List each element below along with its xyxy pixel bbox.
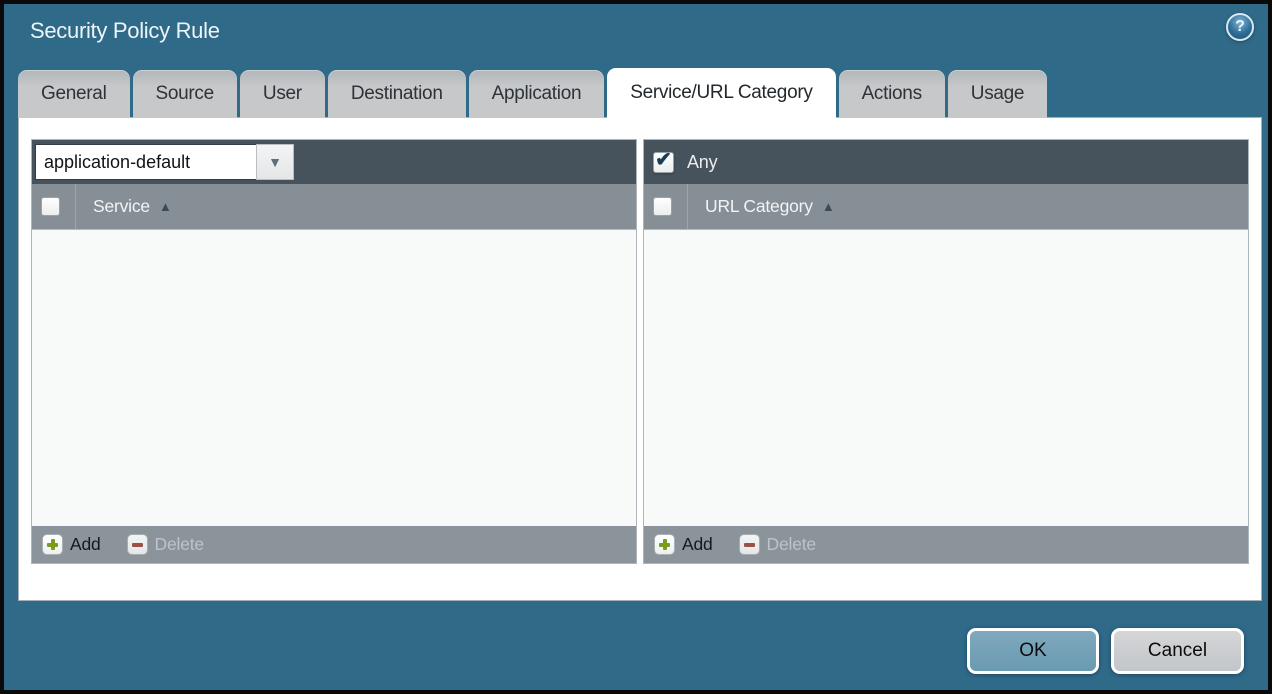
tab-service-url-category[interactable]: Service/URL Category (607, 68, 835, 118)
security-policy-rule-dialog: Security Policy Rule ? General Source Us… (0, 0, 1272, 694)
add-url-category-label: Add (682, 534, 713, 555)
tab-application[interactable]: Application (469, 70, 605, 118)
sort-asc-icon[interactable]: ▲ (822, 200, 835, 213)
help-icon[interactable]: ? (1226, 13, 1254, 41)
tab-general[interactable]: General (18, 70, 130, 118)
tab-source[interactable]: Source (133, 70, 237, 118)
tab-bar: General Source User Destination Applicat… (18, 69, 1047, 118)
service-table-header: Service ▲ (32, 184, 636, 230)
cancel-button[interactable]: Cancel (1111, 628, 1244, 674)
delete-url-category-button[interactable]: Delete (739, 534, 816, 555)
add-url-category-button[interactable]: Add (654, 534, 713, 555)
service-panel: application-default ▼ Service ▲ Add (31, 139, 637, 564)
plus-icon (654, 534, 675, 555)
url-category-column-header[interactable]: URL Category (705, 196, 813, 217)
url-category-panel-footer: Add Delete (644, 526, 1248, 563)
any-checkbox[interactable]: ✔ (653, 152, 674, 173)
minus-icon (739, 534, 760, 555)
dropdown-trigger-button[interactable]: ▼ (256, 144, 294, 180)
select-all-url-categories-checkbox[interactable] (653, 197, 672, 216)
url-category-panel: ✔ Any URL Category ▲ Add Delete (643, 139, 1249, 564)
delete-url-category-label: Delete (767, 534, 816, 555)
add-service-label: Add (70, 534, 101, 555)
add-service-button[interactable]: Add (42, 534, 101, 555)
url-category-list[interactable] (644, 230, 1248, 526)
select-all-services-checkbox[interactable] (41, 197, 60, 216)
any-checkbox-label[interactable]: Any (687, 152, 717, 173)
sort-asc-icon[interactable]: ▲ (159, 200, 172, 213)
checkmark-icon: ✔ (655, 150, 672, 170)
service-panel-topbar: application-default ▼ (32, 140, 636, 184)
minus-icon (127, 534, 148, 555)
service-list[interactable] (32, 230, 636, 526)
tab-user[interactable]: User (240, 70, 325, 118)
delete-service-label: Delete (155, 534, 204, 555)
tab-usage[interactable]: Usage (948, 70, 1047, 118)
service-column-header[interactable]: Service (93, 196, 150, 217)
column-divider (75, 184, 76, 229)
service-panel-footer: Add Delete (32, 526, 636, 563)
ok-button[interactable]: OK (967, 628, 1099, 674)
tab-destination[interactable]: Destination (328, 70, 466, 118)
tab-content-service-url-category: application-default ▼ Service ▲ Add (18, 117, 1262, 601)
url-category-table-header: URL Category ▲ (644, 184, 1248, 230)
chevron-down-icon: ▼ (268, 154, 282, 170)
delete-service-button[interactable]: Delete (127, 534, 204, 555)
plus-icon (42, 534, 63, 555)
column-divider (687, 184, 688, 229)
url-category-panel-topbar: ✔ Any (644, 140, 1248, 184)
service-type-dropdown[interactable]: application-default ▼ (35, 144, 294, 180)
tab-actions[interactable]: Actions (839, 70, 945, 118)
dialog-title: Security Policy Rule (30, 18, 220, 44)
question-mark-glyph: ? (1235, 18, 1245, 36)
service-type-value[interactable]: application-default (35, 144, 256, 180)
